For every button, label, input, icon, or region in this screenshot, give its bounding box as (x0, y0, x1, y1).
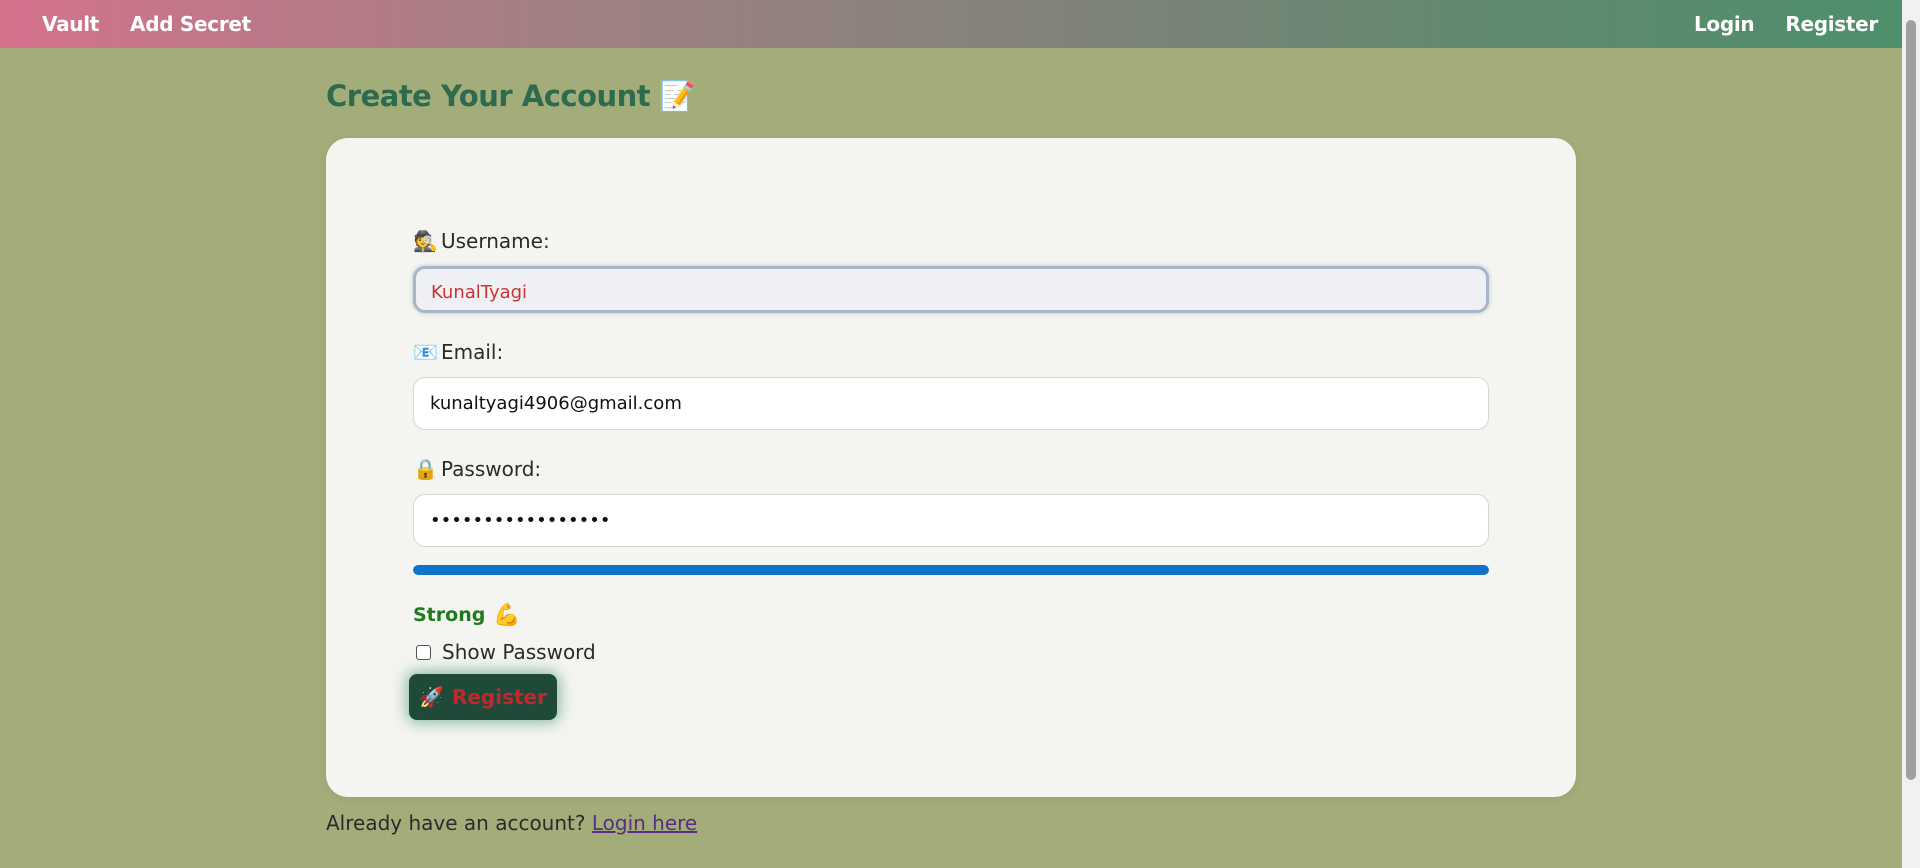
password-strength-text: Strong 💪 (413, 602, 1489, 628)
register-form-card: 🕵️ Username: KunalTyagi 📧 Email: kunalty… (326, 138, 1576, 797)
login-here-link[interactable]: Login here (592, 811, 697, 835)
register-button-label: Register (451, 685, 547, 709)
email-label: 📧 Email: (413, 339, 1489, 365)
login-prompt: Already have an account? Login here (326, 811, 1576, 835)
nav-link-login[interactable]: Login (1694, 12, 1755, 36)
detective-icon: 🕵️ (413, 229, 438, 253)
nav-link-register[interactable]: Register (1785, 12, 1878, 36)
login-prompt-text: Already have an account? (326, 811, 586, 835)
strength-label: Strong (413, 604, 486, 626)
password-label: 🔒 Password: (413, 456, 1489, 482)
password-label-text: Password: (441, 457, 542, 481)
page-title-text: Create Your Account (326, 79, 651, 113)
password-strength-bar (413, 565, 1489, 575)
nav-left-group: Vault Add Secret (42, 12, 251, 36)
scrollbar-thumb[interactable] (1906, 20, 1916, 780)
password-input[interactable]: ••••••••••••••••• (413, 494, 1489, 547)
nav-right-group: Login Register (1694, 12, 1878, 36)
nav-link-vault[interactable]: Vault (42, 12, 99, 36)
page-title: Create Your Account 📝 (326, 78, 1576, 114)
rocket-icon: 🚀 (419, 685, 444, 709)
email-input[interactable]: kunaltyagi4906@gmail.com (413, 377, 1489, 430)
navbar: Vault Add Secret Login Register (0, 0, 1902, 48)
main-container: Create Your Account 📝 🕵️ Username: Kunal… (326, 48, 1576, 835)
password-strength-fill (413, 565, 1489, 575)
memo-icon: 📝 (659, 79, 696, 113)
username-input[interactable]: KunalTyagi (413, 266, 1489, 313)
username-label: 🕵️ Username: (413, 228, 1489, 254)
nav-link-add-secret[interactable]: Add Secret (130, 12, 251, 36)
lock-icon: 🔒 (413, 457, 438, 481)
register-button[interactable]: 🚀 Register (409, 674, 557, 720)
show-password-label: Show Password (442, 640, 596, 664)
username-label-text: Username: (441, 229, 550, 253)
email-label-text: Email: (441, 340, 504, 364)
show-password-checkbox[interactable] (416, 644, 431, 660)
scrollbar[interactable] (1902, 0, 1920, 868)
flexed-biceps-icon: 💪 (493, 602, 521, 628)
envelope-icon: 📧 (413, 340, 438, 364)
show-password-toggle[interactable]: Show Password (413, 640, 1489, 664)
